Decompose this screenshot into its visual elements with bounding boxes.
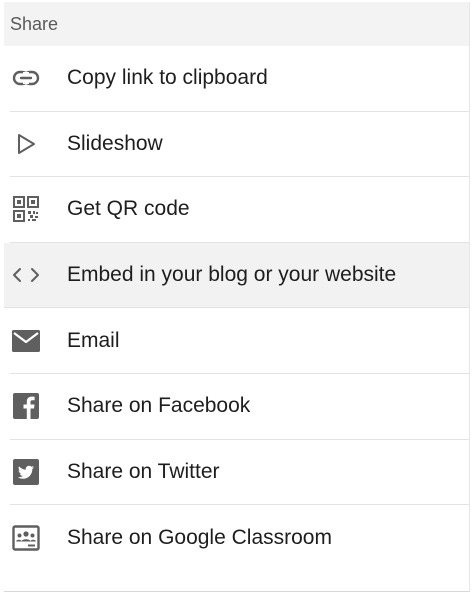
play-icon — [12, 130, 40, 158]
share-menu-header: Share — [4, 2, 469, 46]
google-classroom-item[interactable]: Share on Google Classroom — [10, 505, 469, 571]
share-menu: Share Copy link to clipboard Slideshow G… — [4, 2, 470, 592]
facebook-icon — [12, 392, 40, 420]
copy-link-label: Copy link to clipboard — [67, 66, 268, 90]
slideshow-label: Slideshow — [67, 131, 163, 155]
share-menu-title: Share — [10, 13, 59, 34]
qr-code-item[interactable]: Get QR code — [10, 177, 469, 243]
google-classroom-icon — [12, 524, 40, 552]
email-icon — [12, 327, 40, 355]
share-options-list: Copy link to clipboard Slideshow Get QR … — [4, 46, 469, 571]
facebook-item[interactable]: Share on Facebook — [10, 373, 469, 440]
qr-code-icon — [12, 195, 40, 223]
twitter-icon — [12, 458, 40, 486]
twitter-item[interactable]: Share on Twitter — [10, 439, 469, 506]
copy-link-item[interactable]: Copy link to clipboard — [10, 46, 469, 112]
slideshow-item[interactable]: Slideshow — [10, 111, 469, 178]
code-icon — [12, 261, 40, 289]
qr-code-label: Get QR code — [67, 197, 190, 221]
email-label: Email — [67, 328, 120, 352]
facebook-label: Share on Facebook — [67, 394, 251, 418]
email-item[interactable]: Email — [10, 308, 469, 374]
twitter-label: Share on Twitter — [67, 459, 220, 483]
google-classroom-label: Share on Google Classroom — [67, 525, 332, 549]
embed-label: Embed in your blog or your website — [67, 263, 397, 287]
link-icon — [12, 64, 40, 92]
embed-item[interactable]: Embed in your blog or your website — [4, 242, 469, 309]
